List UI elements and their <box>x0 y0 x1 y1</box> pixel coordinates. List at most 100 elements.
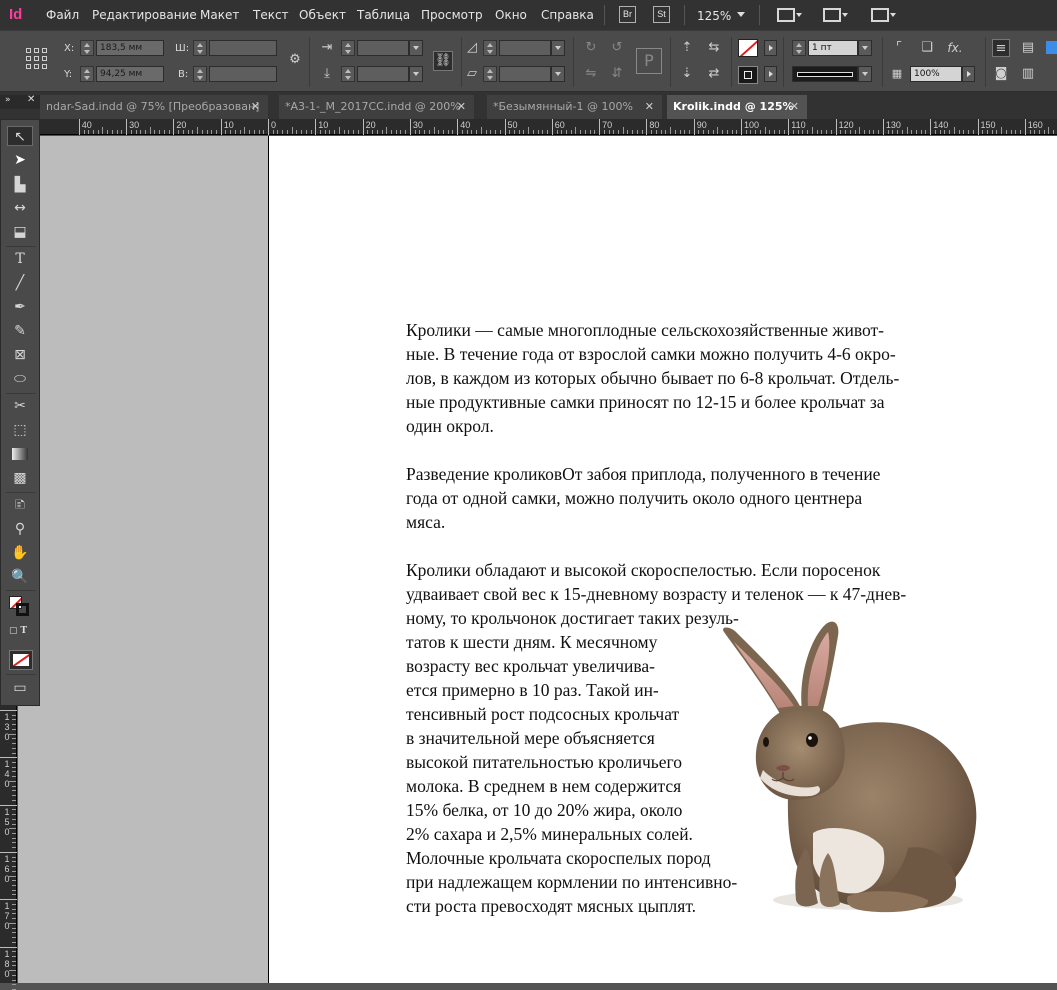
stroke-swatch-menu-button[interactable] <box>764 66 777 82</box>
y-position-field[interactable]: 94,25 мм <box>96 66 164 82</box>
close-icon[interactable]: ✕ <box>457 95 466 119</box>
rabbit-image[interactable] <box>718 618 980 916</box>
text-wrap-jump-icon[interactable]: ▥ <box>1019 65 1037 83</box>
stock-button[interactable]: St <box>653 6 670 23</box>
menu-window[interactable]: Окно <box>495 8 527 22</box>
select-container-icon[interactable]: ⇡ <box>678 39 696 57</box>
select-content-icon[interactable]: ⇣ <box>678 65 696 83</box>
y-stepper[interactable] <box>80 66 94 82</box>
menu-view[interactable]: Просмотр <box>421 8 483 22</box>
gradient-feather-tool[interactable]: ▩ <box>7 468 33 488</box>
zoom-tool[interactable]: 🔍 <box>7 567 33 587</box>
apply-none-button[interactable] <box>9 650 33 670</box>
flip-vertical-icon[interactable]: ⇵ <box>608 65 626 83</box>
stroke-swatch[interactable] <box>738 66 758 84</box>
scale-x-stepper[interactable] <box>341 40 355 56</box>
direct-selection-tool[interactable]: ➤ <box>7 150 33 170</box>
fill-stroke-widget[interactable] <box>9 596 33 622</box>
view-options-button[interactable] <box>777 7 803 23</box>
menu-object[interactable]: Объект <box>299 8 346 22</box>
chevron-down-icon[interactable] <box>409 40 423 56</box>
stroke-weight-stepper[interactable] <box>792 40 806 56</box>
free-transform-tool[interactable]: ⬚ <box>7 420 33 440</box>
opacity-field[interactable]: 100% <box>910 66 962 82</box>
height-stepper[interactable] <box>193 66 207 82</box>
selection-tool[interactable]: ↖ <box>7 126 33 146</box>
gradient-swatch-tool[interactable] <box>7 444 33 464</box>
menu-layout[interactable]: Макет <box>200 8 239 22</box>
formatting-affects-container-icon[interactable]: ▢ T <box>9 626 27 636</box>
width-field[interactable] <box>209 40 277 56</box>
tools-panel-header[interactable]: » ✕ <box>0 94 40 109</box>
bridge-button[interactable]: Br <box>619 6 636 23</box>
horizontal-ruler[interactable]: 40 30 20 10 0 10 20 30 40 50 60 70 80 90 100 110 120 130 1… <box>18 119 1057 135</box>
stroke-type-field[interactable] <box>792 66 858 82</box>
select-next-icon[interactable]: ⇄ <box>705 65 723 83</box>
fill-swatch-menu-button[interactable] <box>764 40 777 56</box>
effects-icon[interactable]: fx. <box>946 39 964 57</box>
screen-mode-tool[interactable]: ▭ <box>7 678 33 698</box>
close-icon[interactable]: ✕ <box>251 95 260 119</box>
collapse-panel-icon[interactable]: » <box>5 95 11 105</box>
chevron-down-icon[interactable] <box>551 66 565 82</box>
close-icon[interactable]: ✕ <box>27 94 35 105</box>
constrain-proportions-icon[interactable]: ⚙ <box>286 51 304 69</box>
page-tool[interactable]: ▙ <box>7 175 33 195</box>
x-stepper[interactable] <box>80 40 94 56</box>
rotate-field[interactable] <box>499 40 551 56</box>
chevron-down-icon[interactable] <box>858 66 872 82</box>
shear-stepper[interactable] <box>483 66 497 82</box>
content-collector-tool[interactable]: ⬓ <box>7 222 33 242</box>
pasteboard[interactable] <box>18 136 268 983</box>
menu-type[interactable]: Текст <box>253 8 289 22</box>
scale-y-field[interactable] <box>357 66 409 82</box>
drop-shadow-icon[interactable]: ❏ <box>918 39 936 57</box>
close-icon[interactable]: ✕ <box>645 95 654 119</box>
eyedropper-tool[interactable]: ⚲ <box>7 519 33 539</box>
tab-a3[interactable]: *А3-1-_М_2017CC.indd @ 200% ✕ <box>279 95 474 119</box>
tab-sad[interactable]: ndar-Sad.indd @ 75% [Преобразован] ✕ <box>40 95 268 119</box>
ellipse-tool[interactable]: ⬭ <box>7 369 33 389</box>
pen-tool[interactable]: ✒ <box>7 297 33 317</box>
zoom-level-field[interactable]: 125% <box>697 9 731 23</box>
stroke-weight-field[interactable]: 1 пт <box>808 40 858 56</box>
hand-tool[interactable]: ✋ <box>7 543 33 563</box>
pencil-tool[interactable]: ✎ <box>7 321 33 341</box>
scale-x-field[interactable] <box>357 40 409 56</box>
line-tool[interactable]: ╱ <box>7 273 33 293</box>
chevron-down-icon[interactable] <box>858 40 872 56</box>
arrange-documents-button[interactable] <box>871 7 897 23</box>
chevron-down-icon[interactable] <box>409 66 423 82</box>
tab-krolik[interactable]: Krolik.indd @ 125% ✕ <box>667 95 807 119</box>
rotate-ccw-icon[interactable]: ↺ <box>608 39 626 57</box>
menu-edit[interactable]: Редактирование <box>92 8 197 22</box>
note-tool[interactable]: 🗈 <box>7 495 33 515</box>
scissors-tool[interactable]: ✂ <box>7 396 33 416</box>
menu-table[interactable]: Таблица <box>357 8 410 22</box>
chevron-down-icon[interactable] <box>551 40 565 56</box>
text-wrap-box-icon[interactable]: ▤ <box>1019 39 1037 57</box>
close-icon[interactable]: ✕ <box>790 95 799 119</box>
x-position-field[interactable]: 183,5 мм <box>96 40 164 56</box>
text-wrap-none-icon[interactable]: ≡ <box>992 39 1010 57</box>
chevron-down-icon[interactable] <box>737 12 745 17</box>
opacity-menu-button[interactable] <box>962 66 975 82</box>
type-tool[interactable]: T <box>7 249 33 269</box>
fill-swatch[interactable] <box>738 39 758 57</box>
menu-help[interactable]: Справка <box>541 8 594 22</box>
chain-link-icon[interactable]: ⛓ <box>433 51 453 71</box>
rotate-stepper[interactable] <box>483 40 497 56</box>
width-stepper[interactable] <box>193 40 207 56</box>
select-previous-icon[interactable]: ⇆ <box>705 39 723 57</box>
height-field[interactable] <box>209 66 277 82</box>
rotate-cw-icon[interactable]: ↻ <box>582 39 600 57</box>
shear-field[interactable] <box>499 66 551 82</box>
corner-options-icon[interactable]: ⌜ <box>890 39 908 57</box>
rectangle-frame-tool[interactable]: ⊠ <box>7 345 33 365</box>
gap-tool[interactable]: ↔ <box>7 198 33 218</box>
tab-untitled[interactable]: *Безымянный-1 @ 100% ✕ <box>487 95 662 119</box>
scale-y-stepper[interactable] <box>341 66 355 82</box>
menu-file[interactable]: Файл <box>46 8 79 22</box>
reference-point-icon[interactable] <box>26 48 48 70</box>
screen-mode-button[interactable] <box>823 7 849 23</box>
